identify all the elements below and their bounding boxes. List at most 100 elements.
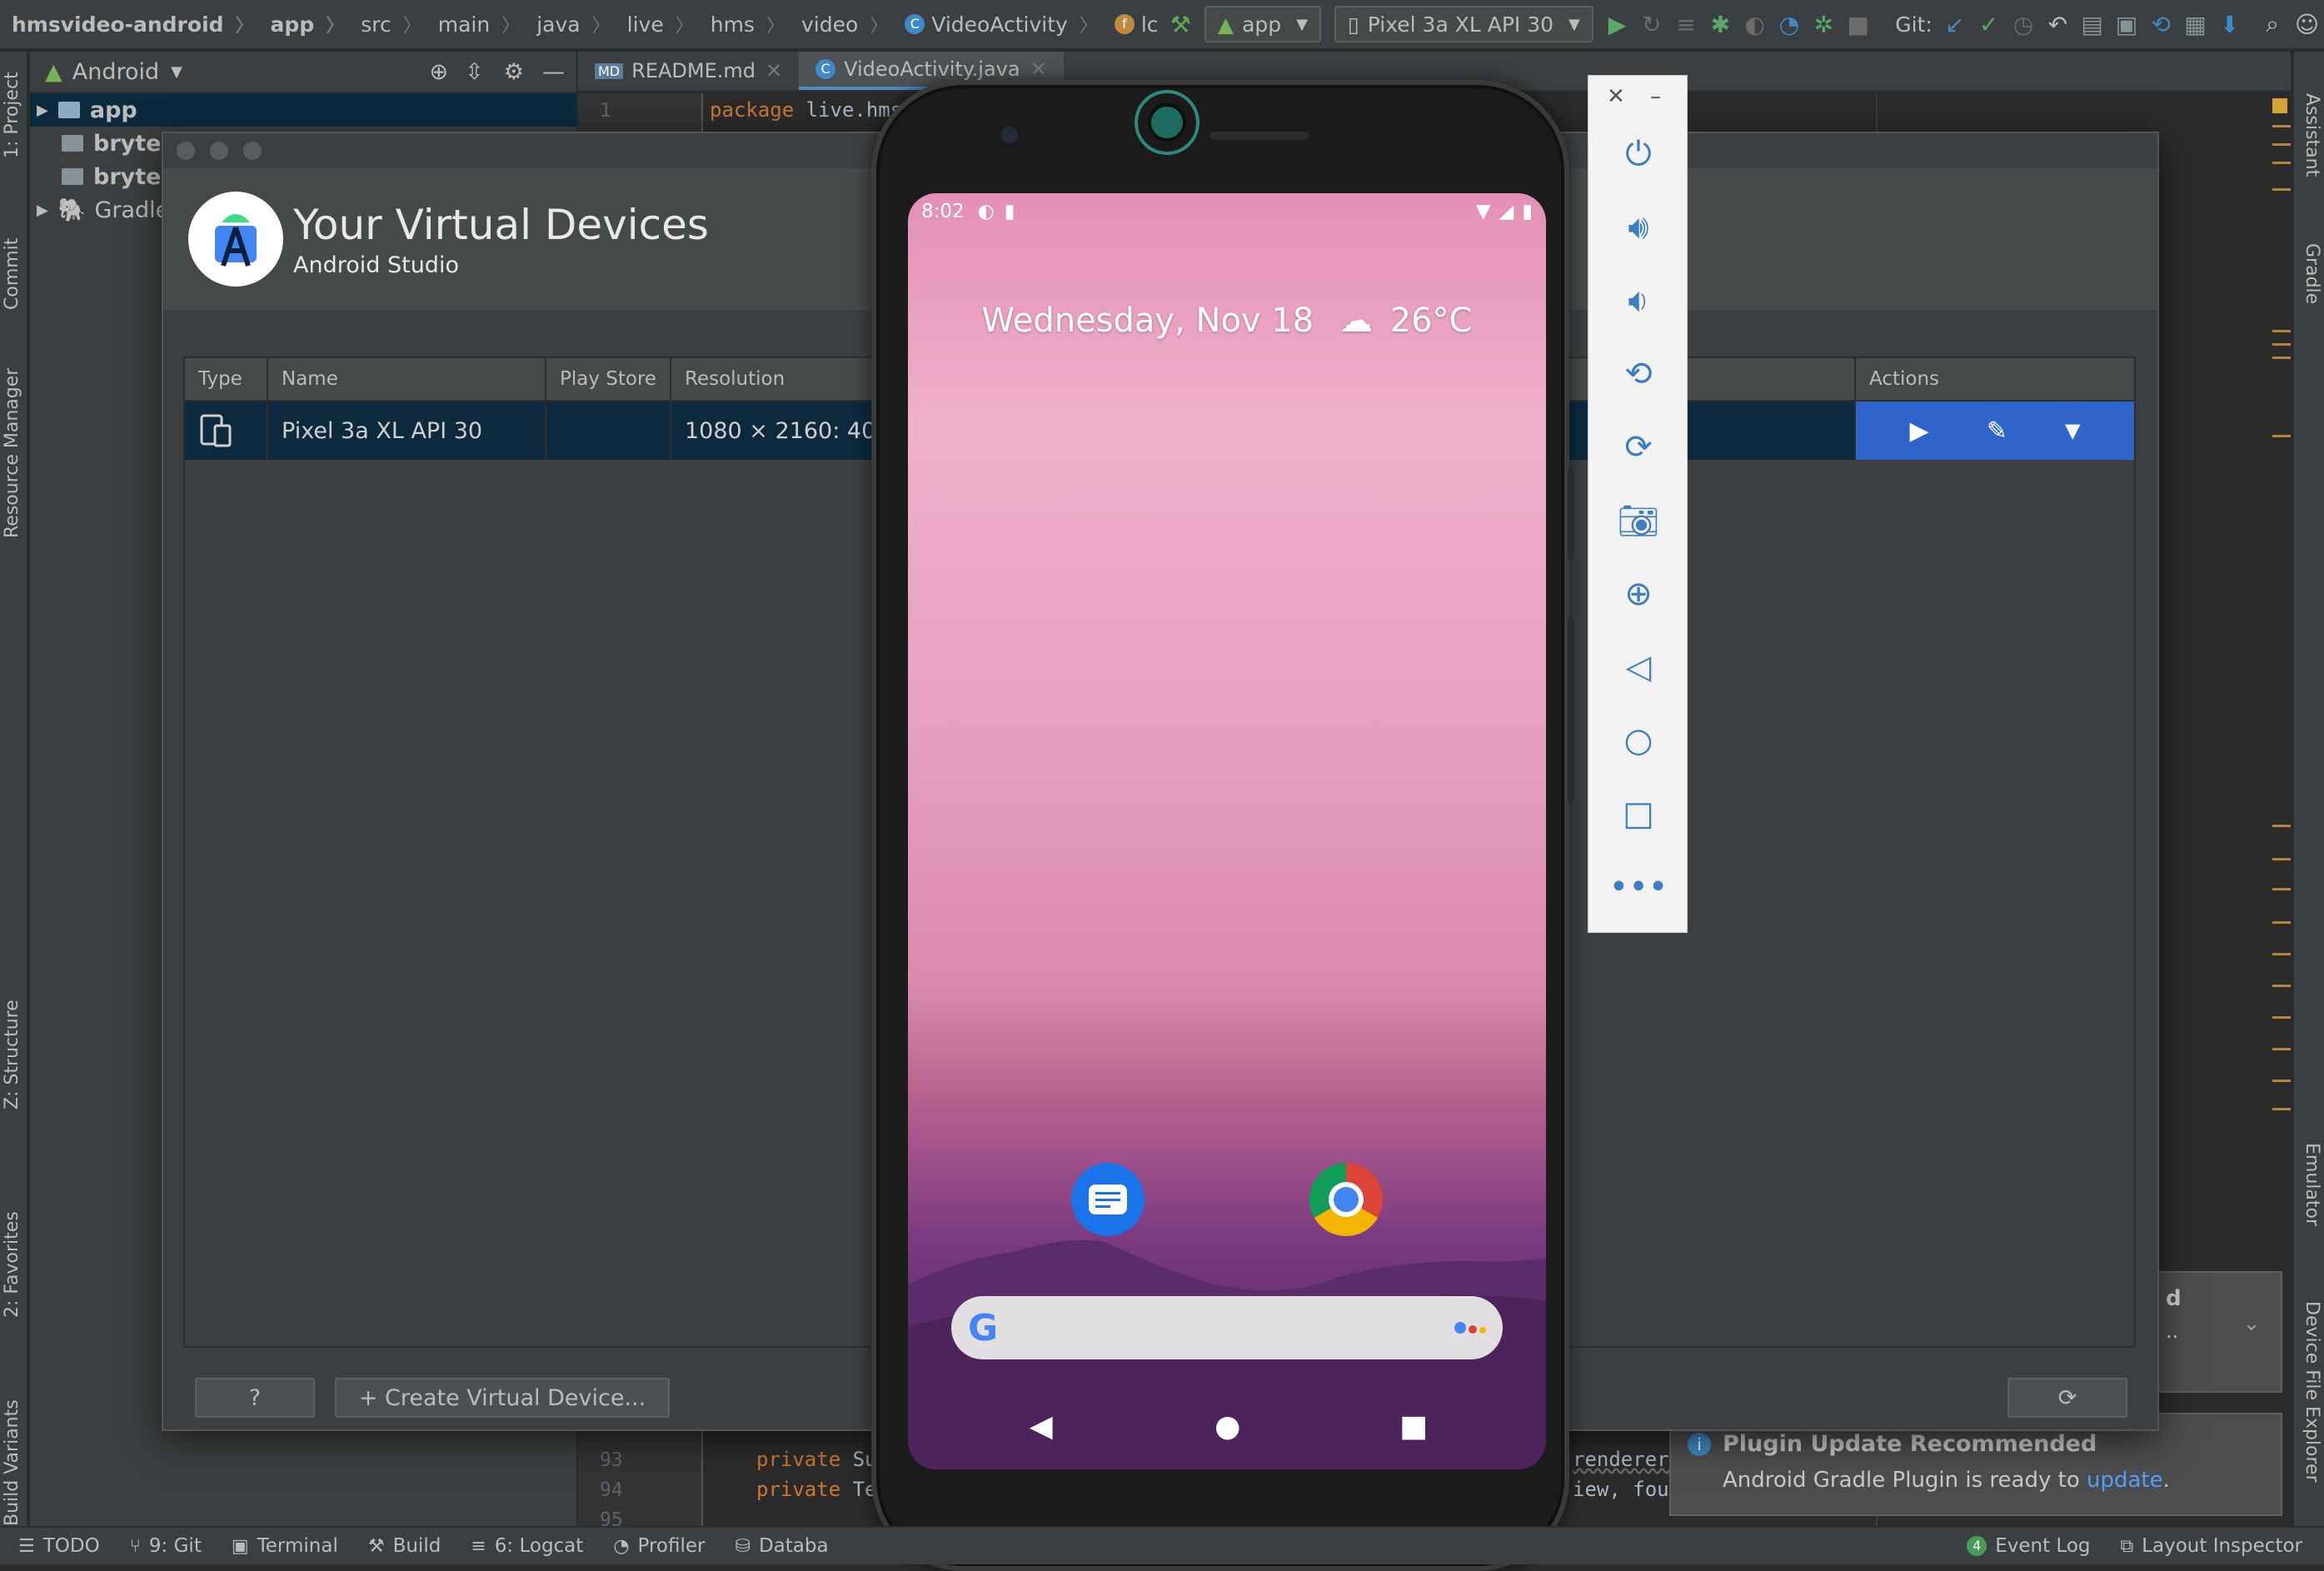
- tab-readme[interactable]: MD README.md ✕: [578, 52, 799, 90]
- logcat-tool-button[interactable]: ≡ 6: Logcat: [471, 1535, 583, 1557]
- profiler-tool-button[interactable]: ◔ Profiler: [613, 1535, 705, 1557]
- breadcrumb-videoactivity[interactable]: C VideoActivity 〉: [893, 11, 1103, 37]
- run-config-select[interactable]: ▲ app ▼: [1204, 6, 1321, 42]
- breadcrumb-app[interactable]: app 〉: [259, 11, 350, 37]
- volume-down-icon[interactable]: 🔉︎: [1588, 276, 1688, 326]
- side-button[interactable]: [1568, 618, 1574, 801]
- todo-tool-button[interactable]: ☰ TODO: [18, 1535, 100, 1557]
- git-update-icon[interactable]: ↙: [1941, 6, 1968, 42]
- close-icon[interactable]: ✕: [1030, 57, 1047, 81]
- git-tool-button[interactable]: ⑂ 9: Git: [130, 1535, 202, 1557]
- back-icon[interactable]: ◁: [1588, 642, 1688, 692]
- messages-app-icon[interactable]: [1071, 1163, 1145, 1236]
- search-icon[interactable]: ⌕: [2258, 6, 2286, 42]
- emulator-tool-tab[interactable]: Emulator: [2302, 1143, 2322, 1226]
- avd-manager-icon[interactable]: ▣: [2112, 6, 2140, 42]
- git-history-icon[interactable]: ◷: [2009, 6, 2037, 42]
- gradle-tool-tab[interactable]: Gradle: [2302, 243, 2322, 304]
- edit-icon[interactable]: ✎: [1987, 416, 2007, 446]
- assistant-icon[interactable]: [1454, 1322, 1486, 1334]
- hammer-icon[interactable]: ⚒: [1167, 6, 1194, 42]
- chevron-down-icon[interactable]: ▼: [2065, 419, 2080, 442]
- close-icon[interactable]: ✕: [766, 59, 782, 82]
- chrome-app-icon[interactable]: [1309, 1163, 1383, 1236]
- code-fragment[interactable]: iew, fou: [1573, 1478, 1669, 1501]
- build-variants-tool-tab[interactable]: Build Variants: [2, 1399, 22, 1526]
- collapse-icon[interactable]: ⇳: [465, 59, 484, 85]
- help-button[interactable]: ?: [195, 1378, 315, 1418]
- column-header-play-store[interactable]: Play Store: [546, 358, 671, 400]
- minimize-icon[interactable]: —: [542, 59, 565, 85]
- side-button[interactable]: [1568, 468, 1574, 560]
- run-icon[interactable]: ▶: [1603, 6, 1631, 42]
- minimize-icon[interactable]: –: [1650, 84, 1661, 109]
- create-virtual-device-button[interactable]: + Create Virtual Device...: [335, 1378, 670, 1418]
- zoom-window-button[interactable]: [243, 142, 262, 160]
- nav-back-button[interactable]: ◀: [1030, 1409, 1053, 1444]
- zoom-icon[interactable]: ⊕: [1588, 569, 1688, 619]
- coverage-icon[interactable]: ◐: [1741, 6, 1768, 42]
- breadcrumb-src[interactable]: src 〉: [349, 11, 426, 37]
- code-line[interactable]: private Su: [756, 1448, 877, 1471]
- debug-icon[interactable]: ✱: [1707, 6, 1734, 42]
- attach-debugger-icon[interactable]: ✲: [1810, 6, 1838, 42]
- breadcrumb-video[interactable]: video 〉: [790, 11, 893, 37]
- date-weather-widget[interactable]: Wednesday, Nov 18 ☁ 26°C: [908, 302, 1546, 340]
- git-commit-icon[interactable]: ✓: [1975, 6, 2002, 42]
- background-notification[interactable]: d .. ⌄: [2149, 1271, 2282, 1393]
- breadcrumb-project[interactable]: hmsvideo-android 〉: [0, 11, 259, 37]
- layout-inspector-tool-button[interactable]: ⧉ Layout Inspector: [2120, 1535, 2302, 1557]
- nav-home-button[interactable]: ●: [1214, 1409, 1240, 1444]
- terminal-tool-button[interactable]: ▣ Terminal: [232, 1535, 338, 1557]
- commit-tool-tab[interactable]: Commit: [2, 238, 22, 310]
- breadcrumb-field[interactable]: f lc: [1103, 12, 1164, 37]
- device-select[interactable]: ▯ Pixel 3a XL API 30 ▼: [1334, 6, 1593, 42]
- rotate-right-icon[interactable]: ⟳: [1588, 422, 1688, 472]
- more-icon[interactable]: •••: [1588, 862, 1688, 912]
- update-link[interactable]: update: [2087, 1468, 2163, 1493]
- code-line[interactable]: package live.hms: [710, 98, 902, 122]
- device-manager-icon[interactable]: ▦: [2182, 6, 2209, 42]
- nav-overview-button[interactable]: ■: [1399, 1409, 1428, 1444]
- google-search-bar[interactable]: G: [951, 1296, 1503, 1359]
- code-fragment[interactable]: renderer: [1573, 1448, 1669, 1471]
- volume-up-icon[interactable]: 🔊︎: [1588, 202, 1688, 252]
- favorites-tool-tab[interactable]: 2: Favorites: [2, 1211, 22, 1318]
- resource-manager-tool-tab[interactable]: Resource Manager: [2, 368, 22, 538]
- column-header-name[interactable]: Name: [268, 358, 546, 400]
- emulator-screen[interactable]: 8:02 ◐ ▮ ▼ ◢ ▮ Wednesday, Nov 18 ☁ 26°C: [908, 193, 1546, 1469]
- device-file-explorer-tool-tab[interactable]: Device File Explorer: [2302, 1301, 2322, 1483]
- power-icon[interactable]: ⏻: [1588, 129, 1688, 179]
- chevron-down-icon[interactable]: ⌄: [2242, 1311, 2261, 1336]
- structure-tool-tab[interactable]: Z: Structure: [2, 1000, 22, 1110]
- code-line[interactable]: private Te: [756, 1478, 877, 1501]
- refresh-button[interactable]: ⟳: [2007, 1378, 2127, 1418]
- breadcrumb-java[interactable]: java 〉: [525, 11, 615, 37]
- project-tool-tab[interactable]: 1: Project: [2, 72, 22, 158]
- event-log-tool-button[interactable]: 4 Event Log: [1967, 1535, 2090, 1557]
- minimize-window-button[interactable]: [210, 142, 228, 160]
- gear-icon[interactable]: ⚙: [504, 59, 524, 85]
- git-rollback-icon[interactable]: ↶: [2044, 6, 2072, 42]
- home-icon[interactable]: ○: [1588, 716, 1688, 766]
- close-window-button[interactable]: [177, 142, 195, 160]
- column-header-type[interactable]: Type: [185, 358, 268, 400]
- launch-icon[interactable]: ▶: [1910, 416, 1929, 446]
- tree-item-app[interactable]: ▶ app: [30, 93, 576, 127]
- project-structure-icon[interactable]: ▤: [2078, 6, 2106, 42]
- apply-changes-icon[interactable]: ↻: [1638, 6, 1665, 42]
- apply-code-icon[interactable]: ≡: [1672, 6, 1699, 42]
- rotate-left-icon[interactable]: ⟲: [1588, 349, 1688, 399]
- assistant-tool-tab[interactable]: Assistant: [2302, 93, 2322, 177]
- screenshot-icon[interactable]: 📷︎: [1588, 496, 1688, 546]
- breadcrumb-live[interactable]: live 〉: [616, 11, 699, 37]
- breadcrumb-hms[interactable]: hms 〉: [699, 11, 790, 37]
- sync-gradle-icon[interactable]: ⟲: [2147, 6, 2175, 42]
- overview-icon[interactable]: □: [1588, 789, 1688, 839]
- build-tool-button[interactable]: ⚒ Build: [368, 1535, 441, 1557]
- database-tool-button[interactable]: ⛁ Databa: [736, 1535, 829, 1557]
- sdk-manager-icon[interactable]: ⬇: [2216, 6, 2243, 42]
- close-icon[interactable]: ✕: [1607, 84, 1625, 109]
- breadcrumb-main[interactable]: main 〉: [426, 11, 525, 37]
- project-view-select[interactable]: Android: [72, 59, 159, 85]
